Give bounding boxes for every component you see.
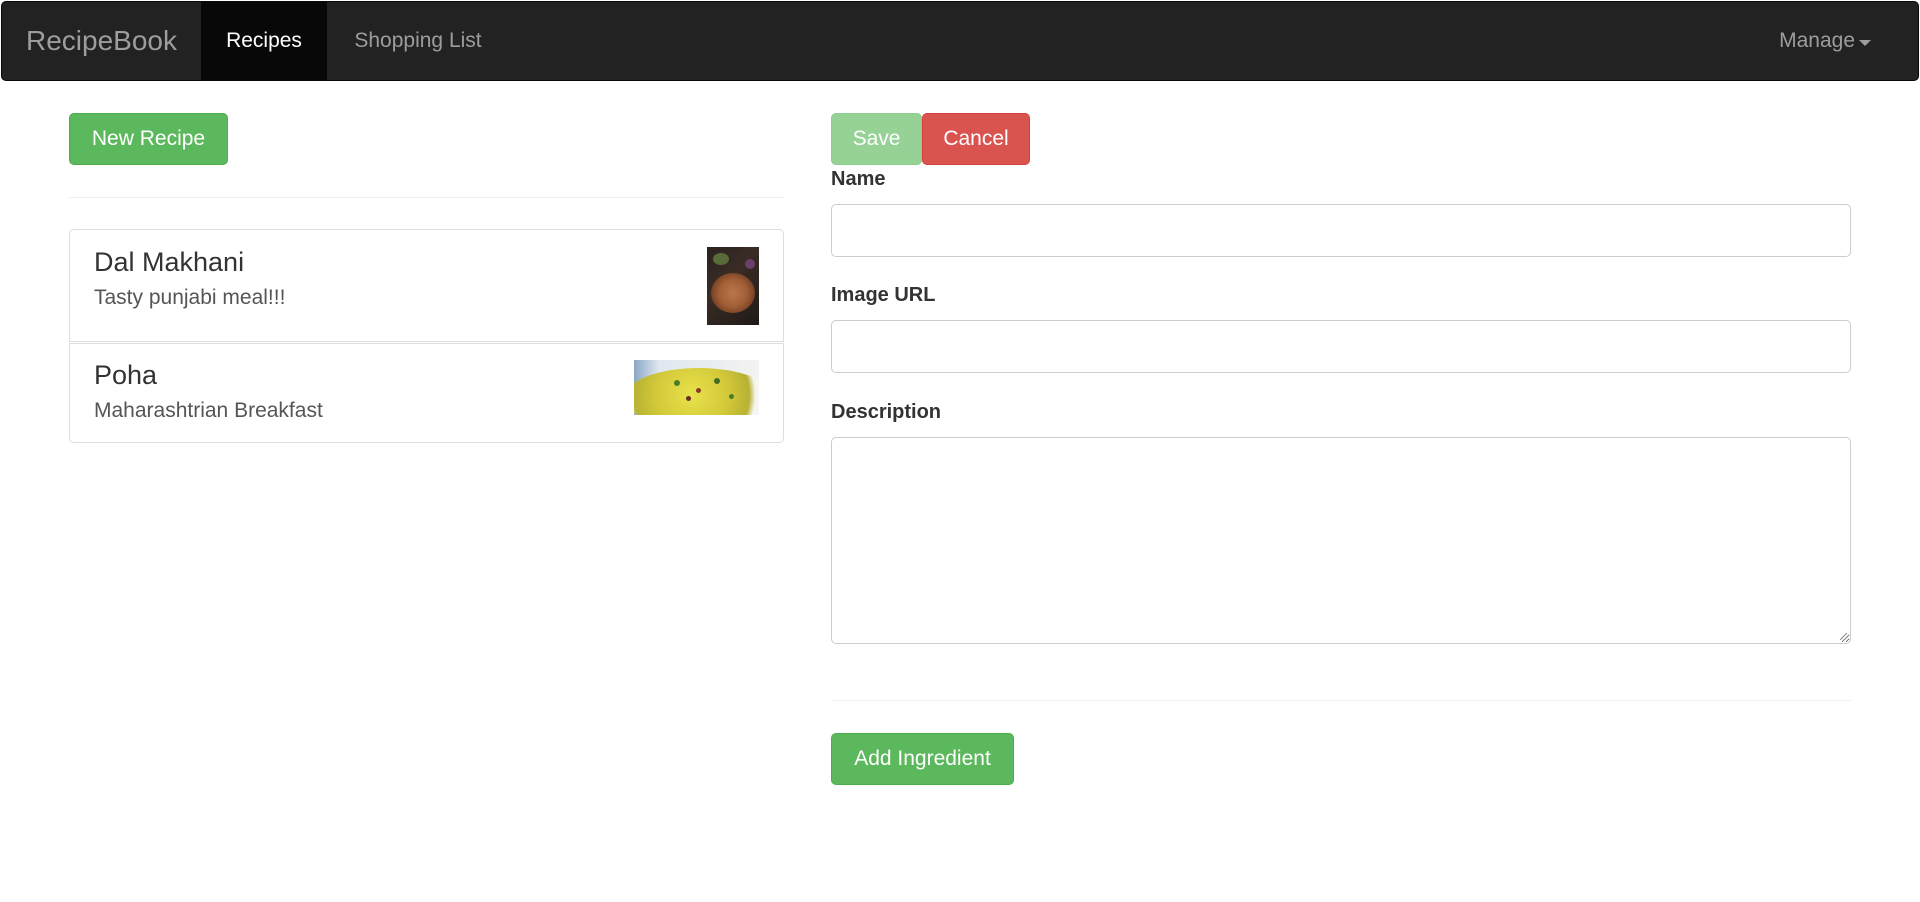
recipe-item-dal-makhani[interactable]: Dal Makhani Tasty punjabi meal!!! <box>69 229 784 342</box>
recipe-list: Dal Makhani Tasty punjabi meal!!! Poha M… <box>69 229 784 443</box>
description-label: Description <box>831 401 942 423</box>
recipe-item-poha[interactable]: Poha Maharashtrian Breakfast <box>69 343 784 443</box>
cancel-button[interactable]: Cancel <box>922 113 1030 165</box>
nav-item-shopping-list[interactable]: Shopping List <box>327 2 509 80</box>
dal-makhani-thumbnail <box>707 247 759 325</box>
add-ingredient-button[interactable]: Add Ingredient <box>831 733 1014 785</box>
recipe-description: Maharashtrian Breakfast <box>94 399 323 422</box>
recipe-name: Dal Makhani <box>94 247 245 277</box>
divider <box>831 700 1851 701</box>
nav-item-recipes[interactable]: Recipes <box>201 2 327 80</box>
recipe-name: Poha <box>94 360 158 390</box>
manage-dropdown[interactable]: Manage <box>1779 2 1871 80</box>
recipe-description: Tasty punjabi meal!!! <box>94 286 286 309</box>
image-url-label: Image URL <box>831 284 936 306</box>
image-url-input[interactable] <box>831 320 1851 373</box>
description-textarea[interactable] <box>831 437 1851 644</box>
top-navbar: RecipeBook Recipes Shopping List Manage <box>1 1 1919 81</box>
name-input[interactable] <box>831 204 1851 257</box>
save-button[interactable]: Save <box>831 113 922 165</box>
caret-down-icon <box>1859 39 1871 46</box>
name-label: Name <box>831 168 886 190</box>
brand-link[interactable]: RecipeBook <box>26 2 177 80</box>
poha-thumbnail <box>634 360 759 415</box>
new-recipe-button[interactable]: New Recipe <box>69 113 228 165</box>
manage-label: Manage <box>1779 29 1855 52</box>
divider <box>69 197 784 198</box>
